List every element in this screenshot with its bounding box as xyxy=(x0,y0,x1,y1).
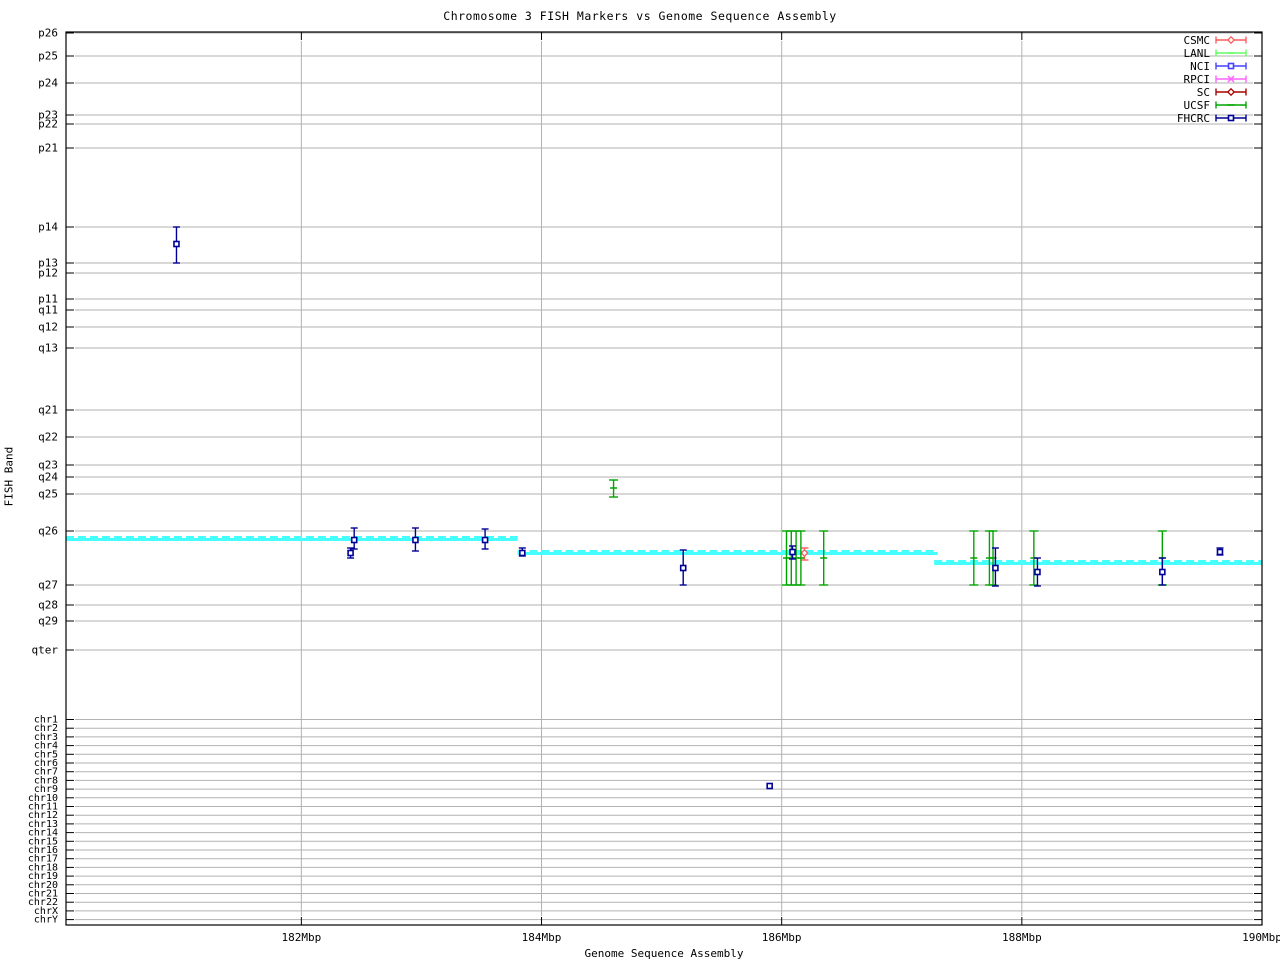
fhcrc-data-point xyxy=(790,550,795,555)
band-tick-label: q22 xyxy=(38,431,58,444)
legend-label: CSMC xyxy=(1184,34,1211,47)
band-tick-label: q13 xyxy=(38,342,58,355)
mbp-tick-label: 186Mbp xyxy=(762,931,802,944)
fhcrc-data-point xyxy=(767,784,772,789)
fhcrc-data-point xyxy=(348,551,353,556)
fhcrc-data-point xyxy=(520,551,525,556)
legend-sample-marker xyxy=(1229,116,1234,121)
band-tick-label: p25 xyxy=(38,50,58,63)
fhcrc-data-point xyxy=(1217,550,1222,555)
band-tick-label: q24 xyxy=(38,471,58,484)
legend-sample-marker xyxy=(1228,37,1234,43)
fhcrc-data-point xyxy=(174,242,179,247)
chart-figure: Chromosome 3 FISH Markers vs Genome Sequ… xyxy=(0,0,1280,960)
legend-label: FHCRC xyxy=(1177,112,1210,125)
legend-label: RPCI xyxy=(1184,73,1211,86)
band-tick-label: p14 xyxy=(38,221,58,234)
legend-label: LANL xyxy=(1184,47,1211,60)
fhcrc-data-point xyxy=(413,538,418,543)
band-tick-label: q12 xyxy=(38,321,58,334)
band-tick-label: q26 xyxy=(38,525,58,538)
plot-border xyxy=(66,32,1262,925)
fhcrc-data-point xyxy=(352,538,357,543)
mbp-tick-label: 184Mbp xyxy=(522,931,562,944)
band-tick-label: p22 xyxy=(38,118,58,131)
band-tick-label: p12 xyxy=(38,267,58,280)
band-tick-label: q28 xyxy=(38,599,58,612)
fhcrc-data-point xyxy=(681,566,686,571)
band-tick-label: p21 xyxy=(38,142,58,155)
band-tick-label: qter xyxy=(32,644,59,657)
legend-label: SC xyxy=(1197,86,1210,99)
mbp-tick-label: 190Mbp xyxy=(1242,931,1280,944)
band-tick-label: p24 xyxy=(38,77,58,90)
chr-tick-label: chrY xyxy=(34,915,58,926)
fhcrc-data-point xyxy=(1035,570,1040,575)
band-tick-label: q25 xyxy=(38,488,58,501)
fhcrc-data-point xyxy=(1160,570,1165,575)
chart-svg: p26p25p24p23p22p21p14p13p12p11q11q12q13q… xyxy=(0,0,1280,960)
legend-sample-marker xyxy=(1228,89,1234,95)
legend-sample-marker xyxy=(1229,64,1234,69)
band-tick-label: q29 xyxy=(38,615,58,628)
mbp-tick-label: 188Mbp xyxy=(1002,931,1042,944)
fhcrc-data-point xyxy=(993,566,998,571)
mbp-tick-label: 182Mbp xyxy=(281,931,321,944)
band-tick-label: p26 xyxy=(38,27,58,40)
legend-label: NCI xyxy=(1190,60,1210,73)
band-tick-label: q21 xyxy=(38,404,58,417)
legend-label: UCSF xyxy=(1184,99,1211,112)
fhcrc-data-point xyxy=(483,538,488,543)
band-tick-label: q11 xyxy=(38,304,58,317)
band-tick-label: q27 xyxy=(38,579,58,592)
